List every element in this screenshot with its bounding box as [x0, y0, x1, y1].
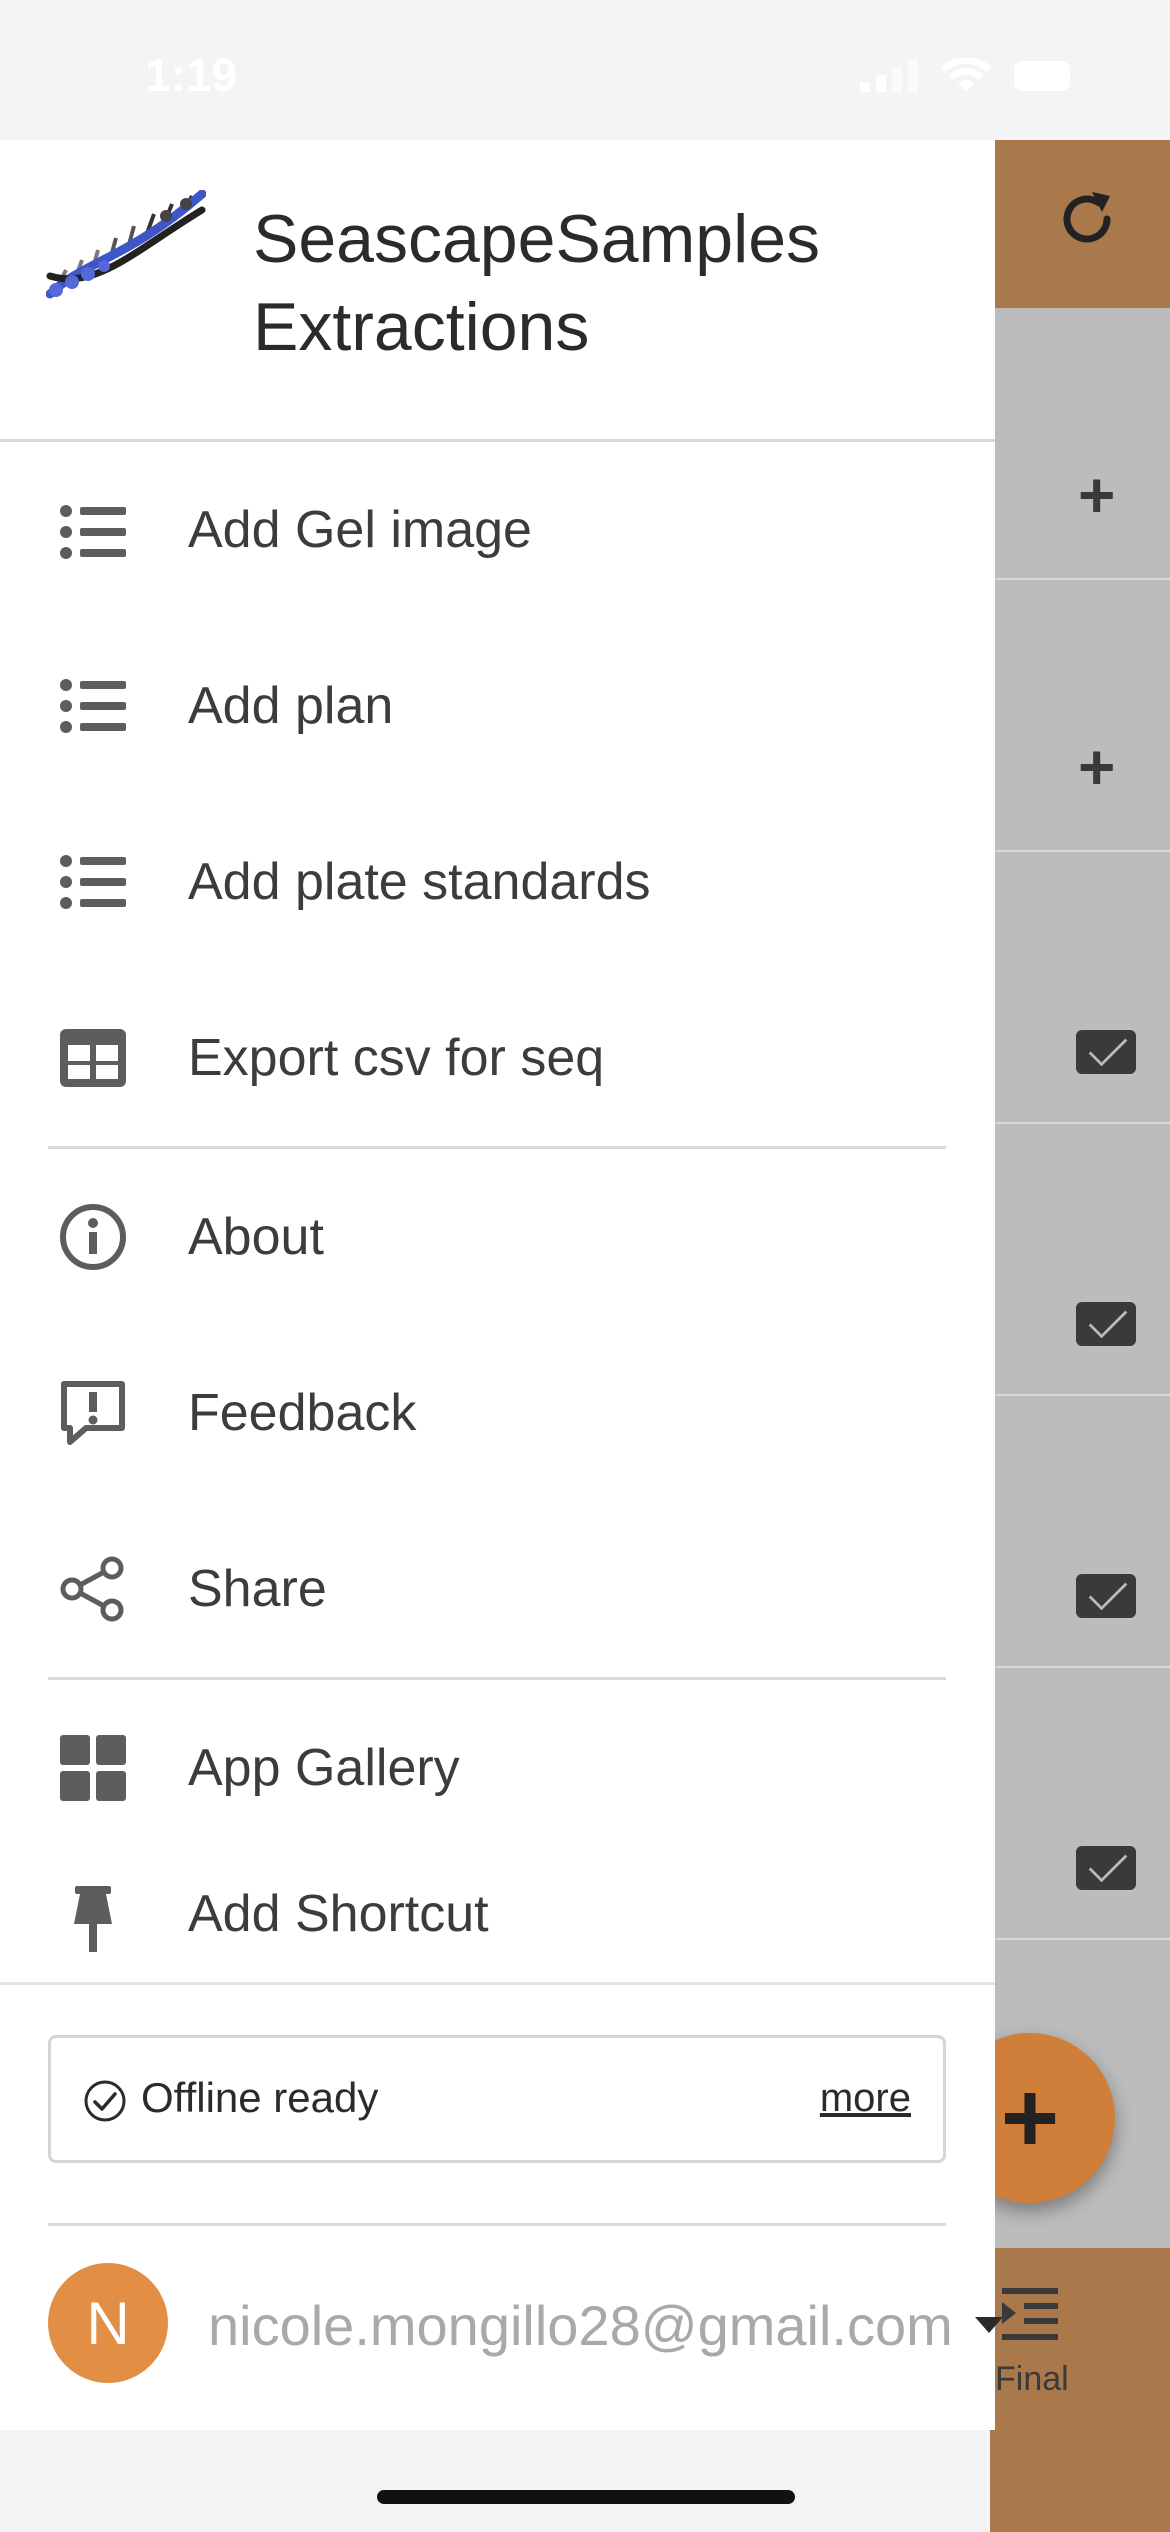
- menu-item-label: Add Shortcut: [188, 1885, 489, 1943]
- check-circle-icon: [84, 2080, 126, 2122]
- list-icon: [60, 679, 126, 733]
- mail-icon[interactable]: [1076, 1846, 1136, 1890]
- list-icon: [60, 855, 126, 909]
- mail-icon[interactable]: [1076, 1302, 1136, 1346]
- menu-item-about[interactable]: About: [0, 1149, 995, 1325]
- offline-status-label: Offline ready: [141, 2074, 379, 2121]
- info-icon: [60, 1204, 126, 1270]
- add-icon[interactable]: +: [1078, 458, 1115, 532]
- footer-divider: [48, 2223, 946, 2226]
- grid-icon: [60, 1735, 126, 1801]
- menu-item-label: About: [188, 1208, 324, 1266]
- menu-item-add-plate-standards[interactable]: Add plate standards: [0, 794, 995, 970]
- background-row[interactable]: +: [960, 852, 1170, 1124]
- avatar[interactable]: N: [48, 2263, 168, 2383]
- tab-final-label[interactable]: Final: [995, 2360, 1069, 2399]
- indent-icon[interactable]: [1002, 2288, 1058, 2340]
- offline-status-box: Offline ready more: [48, 2035, 946, 2163]
- battery-icon: [1014, 61, 1070, 91]
- pin-icon: [74, 1886, 112, 1952]
- menu-item-add-gel-image[interactable]: Add Gel image: [0, 442, 995, 618]
- drawer-footer: Offline ready more N nicole.mongillo28@g…: [0, 1982, 995, 2430]
- mail-icon[interactable]: [1076, 1030, 1136, 1074]
- offline-more-link[interactable]: more: [820, 2076, 911, 2121]
- navigation-drawer: SeascapeSamples Extractions Add Gel imag…: [0, 140, 995, 2430]
- background-row[interactable]: +: [990, 308, 1170, 580]
- menu-item-add-plan[interactable]: Add plan: [0, 618, 995, 794]
- account-email[interactable]: nicole.mongillo28@gmail.com: [208, 2293, 953, 2358]
- feedback-icon: [61, 1381, 125, 1445]
- list-icon: [60, 505, 126, 559]
- home-indicator[interactable]: [377, 2490, 795, 2504]
- cellular-signal-icon: [860, 60, 918, 92]
- status-bar: 1:19: [0, 0, 1170, 140]
- background-row[interactable]: +: [960, 1124, 1170, 1396]
- add-icon[interactable]: +: [1078, 730, 1115, 804]
- mail-icon[interactable]: [1076, 1574, 1136, 1618]
- menu-item-label: Share: [188, 1560, 327, 1618]
- background-row[interactable]: +: [990, 580, 1170, 852]
- status-time: 1:19: [145, 49, 238, 101]
- menu-item-label: Feedback: [188, 1384, 417, 1442]
- menu-item-export-csv[interactable]: Export csv for seq: [0, 970, 995, 1146]
- menu-item-app-gallery[interactable]: App Gallery: [0, 1680, 995, 1856]
- menu-item-add-shortcut[interactable]: Add Shortcut: [0, 1856, 995, 1982]
- table-icon: [60, 1029, 126, 1087]
- app-title: SeascapeSamples Extractions: [253, 201, 821, 365]
- account-dropdown-caret-icon[interactable]: [975, 2317, 1003, 2333]
- share-icon: [60, 1556, 124, 1622]
- dna-helix-logo: [46, 190, 206, 299]
- background-top-bar: [990, 140, 1170, 308]
- menu-item-label: Add plate standards: [188, 853, 651, 911]
- background-row[interactable]: +: [960, 1396, 1170, 1668]
- menu-item-label: Add plan: [188, 677, 394, 735]
- status-icons: [860, 58, 1070, 94]
- background-row[interactable]: +: [960, 1668, 1170, 1940]
- menu-item-label: App Gallery: [188, 1739, 460, 1797]
- refresh-icon[interactable]: [1052, 184, 1122, 254]
- menu-item-feedback[interactable]: Feedback: [0, 1325, 995, 1501]
- drawer-header: SeascapeSamples Extractions: [0, 140, 995, 442]
- wifi-icon: [941, 58, 991, 92]
- menu-item-share[interactable]: Share: [0, 1501, 995, 1677]
- menu-item-label: Export csv for seq: [188, 1029, 605, 1087]
- menu-item-label: Add Gel image: [188, 501, 532, 559]
